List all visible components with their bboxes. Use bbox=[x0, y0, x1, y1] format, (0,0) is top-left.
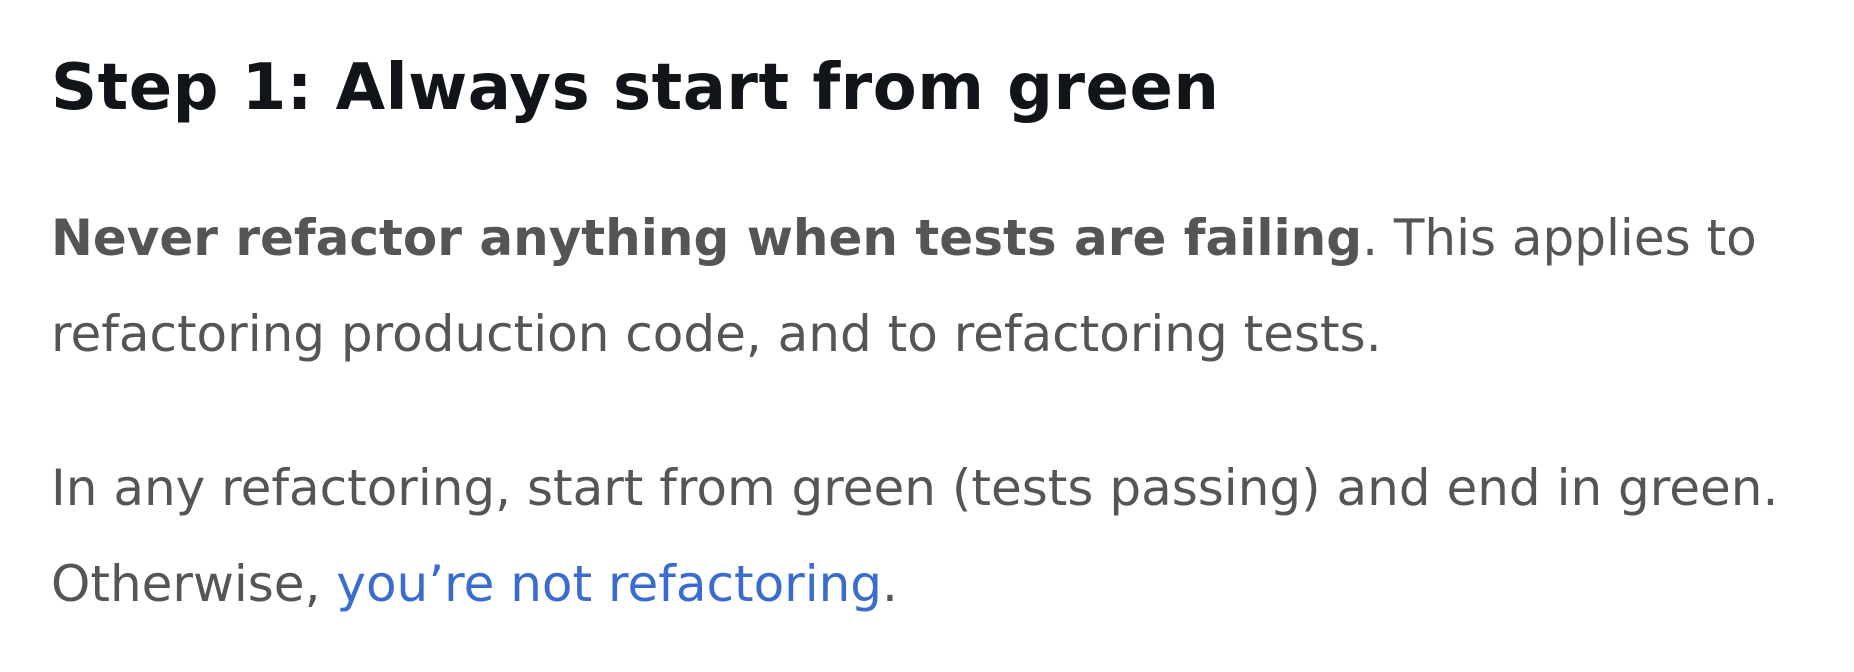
emphasis-text: Never refactor anything when tests are f… bbox=[51, 209, 1363, 267]
paragraph-end: . bbox=[882, 555, 898, 613]
section-heading: Step 1: Always start from green bbox=[51, 51, 1220, 125]
paragraph-text: In any refactoring, start from green (te… bbox=[51, 459, 1779, 613]
paragraph-start-from-green: In any refactoring, start from green (te… bbox=[51, 440, 1831, 632]
not-refactoring-link[interactable]: you’re not refactoring bbox=[336, 555, 882, 613]
article-section: Step 1: Always start from green Never re… bbox=[51, 0, 1831, 632]
paragraph-never-refactor: Never refactor anything when tests are f… bbox=[51, 190, 1831, 382]
